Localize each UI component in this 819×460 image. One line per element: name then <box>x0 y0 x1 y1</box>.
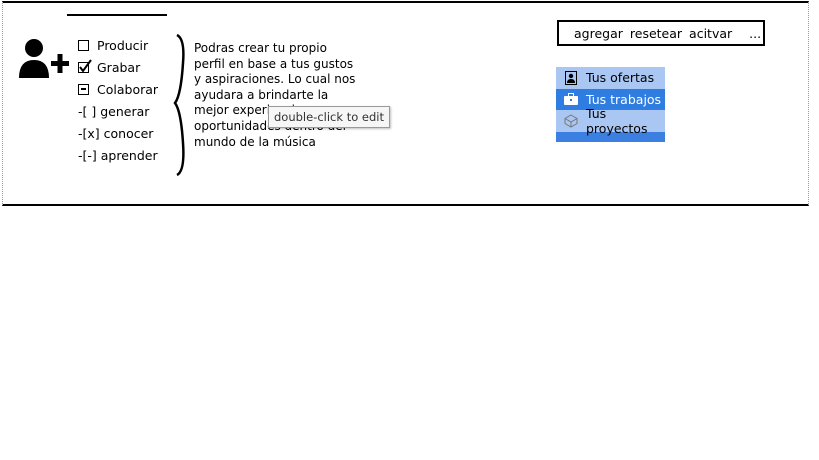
tab-tus-proyectos[interactable]: Tus proyectos <box>556 106 665 136</box>
checkbox-checked-icon[interactable] <box>78 58 92 73</box>
description-text[interactable]: Podras crear tu propio perfil en base a … <box>194 41 364 150</box>
checkbox-label: Grabar <box>97 59 141 75</box>
resetear-button[interactable]: resetear <box>630 26 682 41</box>
contact-card-icon <box>564 70 578 85</box>
description-line: mundo de la música <box>194 134 316 149</box>
vertical-tabs: Tus ofertas Tus trabajos Tus proyectos <box>556 67 665 142</box>
agregar-button[interactable]: agregar <box>574 26 623 41</box>
tab-label: Tus proyectos <box>586 105 648 136</box>
checkbox-indeterminate-icon[interactable] <box>78 83 89 95</box>
acitvar-button[interactable]: acitvar <box>689 26 732 41</box>
description-line: y aspiraciones. Lo cual nos <box>194 72 356 87</box>
more-button[interactable]: ... <box>749 26 761 41</box>
edit-tooltip: double-click to edit <box>268 106 390 128</box>
description-line: ayudara a brindarte la <box>194 87 329 102</box>
checkbox-label: Producir <box>97 37 149 53</box>
cube-icon <box>564 114 578 128</box>
tab-label: Tus trabajos <box>586 91 662 107</box>
checkbox-unchecked-icon[interactable] <box>78 39 89 51</box>
title-underline <box>67 14 167 16</box>
briefcase-icon <box>564 92 578 106</box>
checkbox-label: Colaborar <box>97 81 159 97</box>
list-item-conocer: -[x] conocer <box>78 125 154 141</box>
list-item-aprender: -[-] aprender <box>78 147 158 163</box>
checkbox-producir[interactable]: Producir <box>78 34 158 56</box>
description-line: perfil en base a tus gustos <box>194 56 354 71</box>
tab-tus-ofertas[interactable]: Tus ofertas <box>556 67 665 89</box>
checkbox-list: Producir Grabar Colaborar -[ ] generar -… <box>78 34 158 166</box>
tab-label: Tus ofertas <box>586 70 655 86</box>
add-user-icon <box>19 39 69 78</box>
list-item-generar: -[ ] generar <box>78 103 150 119</box>
curly-brace <box>173 33 185 177</box>
button-bar: agregar resetear acitvar ... <box>557 20 765 46</box>
checkbox-grabar[interactable]: Grabar <box>78 56 158 78</box>
checkbox-colaborar[interactable]: Colaborar <box>78 78 158 100</box>
description-line: Podras crear tu propio <box>194 41 327 55</box>
